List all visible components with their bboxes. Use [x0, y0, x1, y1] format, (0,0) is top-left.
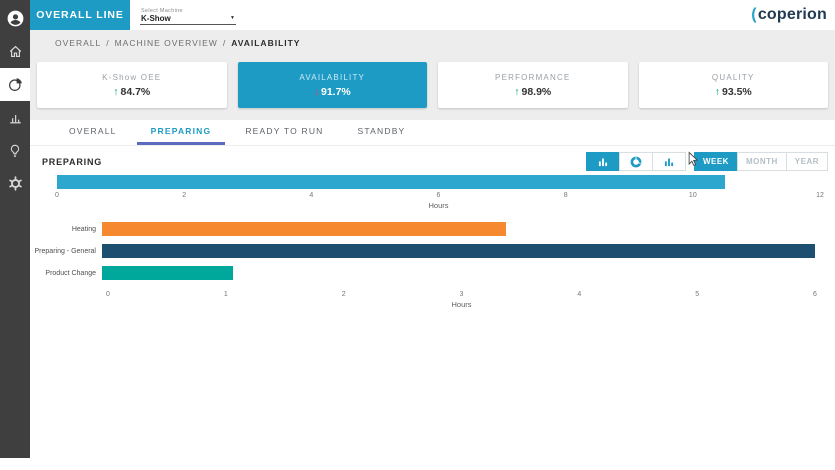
- gear-icon: [7, 175, 24, 192]
- range-week-button[interactable]: WEEK: [694, 152, 738, 171]
- preparing-breakdown-chart: Heating Preparing - General Product Chan…: [30, 222, 815, 309]
- doughnut-chart-icon: [629, 155, 643, 169]
- main-panel: OVERALL PREPARING READY TO RUN STANDBY P…: [30, 120, 835, 470]
- trend-up-icon: ↑: [514, 86, 519, 98]
- breadcrumb-separator: /: [106, 38, 109, 48]
- bar-chart-alt-view-button[interactable]: [652, 152, 686, 171]
- sidebar-item-reports[interactable]: [0, 101, 30, 134]
- top-bar: OVERALL LINE Select Machine K-Show ▼ (co…: [30, 0, 835, 30]
- kpi-card-availability[interactable]: AVAILABILITY ↓91.7%: [238, 62, 428, 108]
- x-axis-label: Hours: [108, 300, 815, 309]
- machine-select-value: K-Show: [141, 14, 171, 23]
- chart-plot-area: [57, 175, 820, 189]
- chevron-down-icon: ▼: [230, 15, 235, 21]
- sidebar-item-insights[interactable]: [0, 134, 30, 167]
- x-axis-label: Hours: [57, 201, 820, 210]
- section-header: PREPARING: [30, 146, 835, 173]
- category-label: Product Change: [30, 270, 102, 277]
- time-range-toggle: WEEK MONTH YEAR: [695, 152, 828, 171]
- lightbulb-icon: [7, 143, 23, 159]
- kpi-value: ↑84.7%: [113, 86, 150, 98]
- category-label: Preparing - General: [30, 248, 102, 255]
- kpi-row: K-Show OEE ↑84.7% AVAILABILITY ↓91.7% PE…: [30, 57, 835, 120]
- category-label: Heating: [30, 226, 102, 233]
- breadcrumb-machine-overview[interactable]: MACHINE OVERVIEW: [115, 38, 218, 48]
- kpi-value: ↑98.9%: [514, 86, 551, 98]
- range-year-button[interactable]: YEAR: [786, 152, 828, 171]
- tab-bar: OVERALL PREPARING READY TO RUN STANDBY: [30, 120, 835, 146]
- overall-line-button[interactable]: OVERALL LINE: [30, 0, 130, 30]
- chart-type-toggle: [587, 152, 686, 171]
- trend-up-icon: ↑: [715, 86, 720, 98]
- sidebar-item-settings[interactable]: [0, 167, 30, 200]
- tab-overall[interactable]: OVERALL: [55, 120, 131, 145]
- preparing-total-bar: [57, 175, 725, 189]
- app-window: OVERALL LINE Select Machine K-Show ▼ (co…: [0, 0, 835, 470]
- logo-text: coperion: [758, 6, 827, 23]
- kpi-card-performance[interactable]: PERFORMANCE ↑98.9%: [438, 62, 628, 108]
- kpi-label: K-Show OEE: [102, 73, 161, 82]
- pie-chart-icon: [7, 76, 24, 93]
- section-title: PREPARING: [42, 157, 102, 167]
- kpi-card-oee[interactable]: K-Show OEE ↑84.7%: [37, 62, 227, 108]
- user-icon: [6, 9, 25, 28]
- heating-bar: [102, 222, 506, 236]
- bar-chart-view-button[interactable]: [586, 152, 620, 171]
- chart-row-product-change: Product Change: [30, 266, 815, 280]
- kpi-label: PERFORMANCE: [495, 73, 570, 82]
- breadcrumb-overall[interactable]: OVERALL: [55, 38, 101, 48]
- tab-standby[interactable]: STANDBY: [344, 120, 420, 145]
- kpi-label: AVAILABILITY: [299, 73, 365, 82]
- preparing-total-chart: 024681012 Hours: [57, 175, 820, 210]
- preparing-general-bar: [102, 244, 815, 258]
- kpi-value: ↑93.5%: [715, 86, 752, 98]
- breadcrumb: OVERALL / MACHINE OVERVIEW / AVAILABILITY: [30, 30, 835, 57]
- breadcrumb-availability: AVAILABILITY: [231, 38, 300, 48]
- range-month-button[interactable]: MONTH: [737, 152, 787, 171]
- sidebar-item-user[interactable]: [0, 2, 30, 35]
- trend-up-icon: ↑: [113, 86, 118, 98]
- x-axis: 0123456 Hours: [30, 288, 815, 309]
- home-icon: [7, 43, 24, 60]
- bar-chart-icon: [662, 155, 676, 169]
- tab-ready-to-run[interactable]: READY TO RUN: [231, 120, 337, 145]
- breadcrumb-separator: /: [223, 38, 226, 48]
- doughnut-chart-view-button[interactable]: [619, 152, 653, 171]
- kpi-card-quality[interactable]: QUALITY ↑93.5%: [639, 62, 829, 108]
- x-axis-ticks: 0123456: [108, 288, 815, 300]
- x-axis-ticks: 024681012: [57, 189, 820, 201]
- sidebar-item-home[interactable]: [0, 35, 30, 68]
- chart-row-preparing-general: Preparing - General: [30, 244, 815, 258]
- logo-swoosh-icon: (: [751, 6, 757, 23]
- sidebar: [0, 0, 30, 458]
- product-change-bar: [102, 266, 233, 280]
- sidebar-item-machine-status[interactable]: [0, 68, 30, 101]
- kpi-value: ↓91.7%: [314, 86, 351, 98]
- machine-select[interactable]: Select Machine K-Show ▼: [140, 6, 236, 25]
- bar-chart-icon: [7, 109, 24, 126]
- trend-down-icon: ↓: [314, 86, 319, 98]
- chart-row-heating: Heating: [30, 222, 815, 236]
- tab-preparing[interactable]: PREPARING: [137, 120, 226, 145]
- bar-chart-icon: [596, 155, 610, 169]
- coperion-logo: (coperion: [751, 6, 827, 24]
- chart-controls: WEEK MONTH YEAR: [587, 152, 828, 171]
- kpi-label: QUALITY: [712, 73, 755, 82]
